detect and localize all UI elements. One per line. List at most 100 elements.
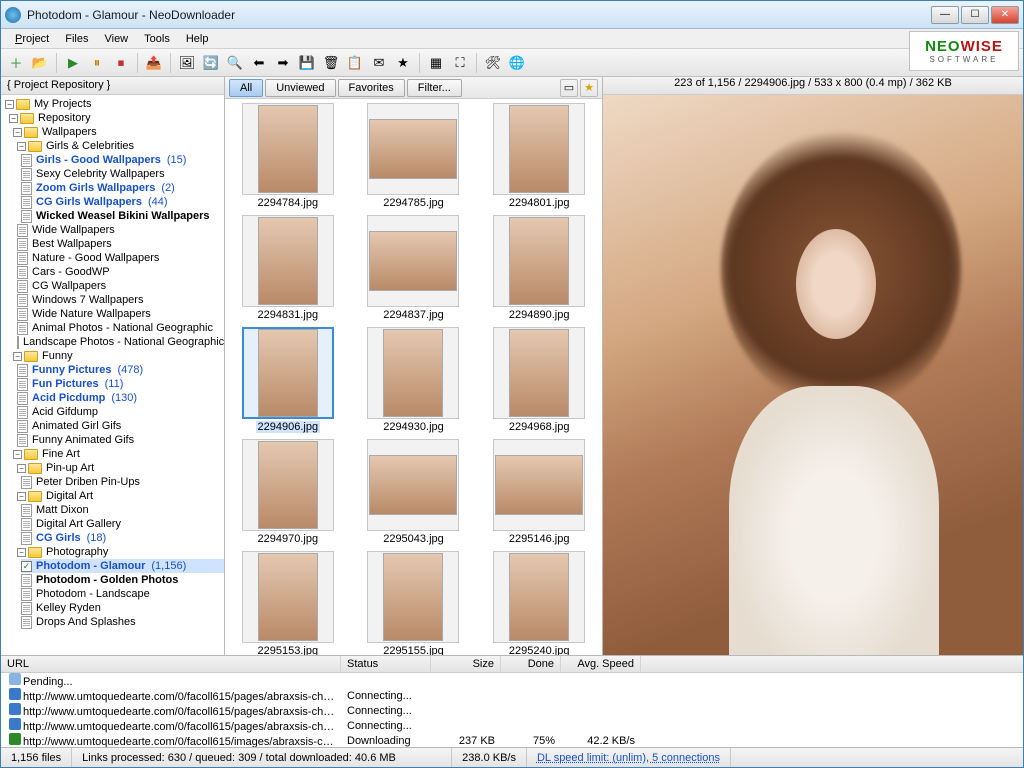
tree-item[interactable]: Windows 7 Wallpapers [17, 293, 224, 307]
tree-item[interactable]: CG Girls(18) [21, 531, 224, 545]
menu-help[interactable]: Help [178, 31, 217, 47]
collapse-icon[interactable]: − [17, 492, 26, 501]
tree-item[interactable]: Acid Picdump(130) [17, 391, 224, 405]
thumbnail[interactable]: 2294784.jpg [229, 103, 347, 209]
menu-view[interactable]: View [96, 31, 136, 47]
minimize-button[interactable]: — [931, 6, 959, 24]
tree-item[interactable]: Kelley Ryden [21, 601, 224, 615]
menu-project[interactable]: Project [7, 31, 57, 47]
tree-item[interactable]: Nature - Good Wallpapers [17, 251, 224, 265]
tree-item[interactable]: Funny Animated Gifs [17, 433, 224, 447]
tree-item[interactable]: CG Wallpapers [17, 279, 224, 293]
thumbnail[interactable]: 2295146.jpg [480, 439, 598, 545]
tree-item[interactable]: Wide Nature Wallpapers [17, 307, 224, 321]
thumbnail-grid[interactable]: 2294784.jpg2294785.jpg2294801.jpg 2294831… [225, 99, 602, 655]
titlebar[interactable]: Photodom - Glamour - NeoDownloader — ☐ ✕ [1, 1, 1023, 29]
image-copy-icon[interactable]: 📋 [344, 52, 366, 74]
thumbnail[interactable]: 2294930.jpg [355, 327, 473, 433]
close-button[interactable]: ✕ [991, 6, 1019, 24]
filter-favorites[interactable]: Favorites [338, 79, 405, 97]
download-row[interactable]: http://www.umtoquedearte.com/0/facoll615… [1, 718, 1023, 733]
image-prev-icon[interactable]: ⬅ [248, 52, 270, 74]
tree-item[interactable]: Sexy Celebrity Wallpapers [21, 167, 224, 181]
tree-item[interactable]: Drops And Splashes [21, 615, 224, 629]
thumbnail[interactable]: 2295240.jpg [480, 551, 598, 655]
collapse-icon[interactable]: − [9, 114, 18, 123]
preview-image[interactable] [603, 95, 1023, 655]
collapse-icon[interactable]: − [17, 142, 26, 151]
web-icon[interactable]: 🌐 [506, 52, 528, 74]
image-refresh-icon[interactable]: 🔄 [200, 52, 222, 74]
image-save-icon[interactable]: 💾 [296, 52, 318, 74]
new-project-icon[interactable]: ＋ [5, 52, 27, 74]
tree-item[interactable]: Funny Pictures(478) [17, 363, 224, 377]
image-add-icon[interactable]: 🖼 [176, 52, 198, 74]
download-row[interactable]: http://www.umtoquedearte.com/0/facoll615… [1, 688, 1023, 703]
collapse-icon[interactable]: − [13, 128, 22, 137]
neowise-logo[interactable]: NEOWISE SOFTWARE [909, 31, 1019, 71]
col-status[interactable]: Status [341, 656, 431, 672]
filter-custom[interactable]: Filter... [407, 79, 462, 97]
download-row[interactable]: http://www.umtoquedearte.com/0/facoll615… [1, 733, 1023, 747]
thumbnail[interactable]: 2294801.jpg [480, 103, 598, 209]
tree-item-selected[interactable]: ✓Photodom - Glamour(1,156) [21, 559, 224, 573]
thumbnail[interactable]: 2294837.jpg [355, 215, 473, 321]
image-mail-icon[interactable]: ✉ [368, 52, 390, 74]
downloads-list[interactable]: Pending... http://www.umtoquedearte.com/… [1, 673, 1023, 747]
thumbnail[interactable]: 2294968.jpg [480, 327, 598, 433]
collapse-icon[interactable]: − [13, 352, 22, 361]
pause-icon[interactable]: ⏸ [86, 52, 108, 74]
thumbnail[interactable]: 2295153.jpg [229, 551, 347, 655]
menu-tools[interactable]: Tools [136, 31, 178, 47]
thumbnail[interactable]: 2294970.jpg [229, 439, 347, 545]
tree-item[interactable]: Best Wallpapers [17, 237, 224, 251]
view-fullscreen-icon[interactable]: ⛶ [449, 52, 471, 74]
tree-item[interactable]: Acid Gifdump [17, 405, 224, 419]
filter-unviewed[interactable]: Unviewed [265, 79, 335, 97]
image-delete-icon[interactable]: 🗑 [320, 52, 342, 74]
collapse-icon[interactable]: − [17, 464, 26, 473]
tree-item[interactable]: Wide Wallpapers [17, 223, 224, 237]
tree-item[interactable]: Photodom - Landscape [21, 587, 224, 601]
thumbnail[interactable]: 2294906.jpg [229, 327, 347, 433]
image-fav-icon[interactable]: ★ [392, 52, 414, 74]
sort-icon[interactable]: ▭ [560, 79, 578, 97]
thumbnail[interactable]: 2295043.jpg [355, 439, 473, 545]
stop-icon[interactable]: ⏹ [110, 52, 132, 74]
tree-item[interactable]: Animated Girl Gifs [17, 419, 224, 433]
thumbnail[interactable]: 2294831.jpg [229, 215, 347, 321]
image-next-icon[interactable]: ➡ [272, 52, 294, 74]
tree-item[interactable]: Landscape Photos - National Geographic [17, 335, 224, 349]
tree-item[interactable]: Cars - GoodWP [17, 265, 224, 279]
export-icon[interactable]: 📤 [143, 52, 165, 74]
download-row[interactable]: http://www.umtoquedearte.com/0/facoll615… [1, 703, 1023, 718]
thumbnail[interactable]: 2294890.jpg [480, 215, 598, 321]
view-thumbs-icon[interactable]: ▦ [425, 52, 447, 74]
collapse-icon[interactable]: − [5, 100, 14, 109]
col-done[interactable]: Done [501, 656, 561, 672]
star-icon[interactable]: ★ [580, 79, 598, 97]
image-search-icon[interactable]: 🔍 [224, 52, 246, 74]
open-project-icon[interactable]: 📂 [29, 52, 51, 74]
filter-all[interactable]: All [229, 79, 263, 97]
tree-item[interactable]: Digital Art Gallery [21, 517, 224, 531]
col-speed[interactable]: Avg. Speed [561, 656, 641, 672]
tree-item[interactable]: Peter Driben Pin-Ups [21, 475, 224, 489]
thumbnail[interactable]: 2294785.jpg [355, 103, 473, 209]
settings-icon[interactable]: 🛠 [482, 52, 504, 74]
thumbnail[interactable]: 2295155.jpg [355, 551, 473, 655]
play-icon[interactable]: ▶ [62, 52, 84, 74]
tree-item[interactable]: Wicked Weasel Bikini Wallpapers [21, 209, 224, 223]
collapse-icon[interactable]: − [17, 548, 26, 557]
col-size[interactable]: Size [431, 656, 501, 672]
tree-item[interactable]: Matt Dixon [21, 503, 224, 517]
tree-item[interactable]: Zoom Girls Wallpapers(2) [21, 181, 224, 195]
tree-item[interactable]: Photodom - Golden Photos [21, 573, 224, 587]
status-speed-limit[interactable]: DL speed limit: (unlim), 5 connections [527, 748, 731, 767]
collapse-icon[interactable]: − [13, 450, 22, 459]
tree-item[interactable]: Fun Pictures(11) [17, 377, 224, 391]
tree-item[interactable]: Animal Photos - National Geographic [17, 321, 224, 335]
col-url[interactable]: URL [1, 656, 341, 672]
maximize-button[interactable]: ☐ [961, 6, 989, 24]
project-tree[interactable]: −My Projects −Repository −Wallpapers −Gi… [1, 95, 224, 655]
